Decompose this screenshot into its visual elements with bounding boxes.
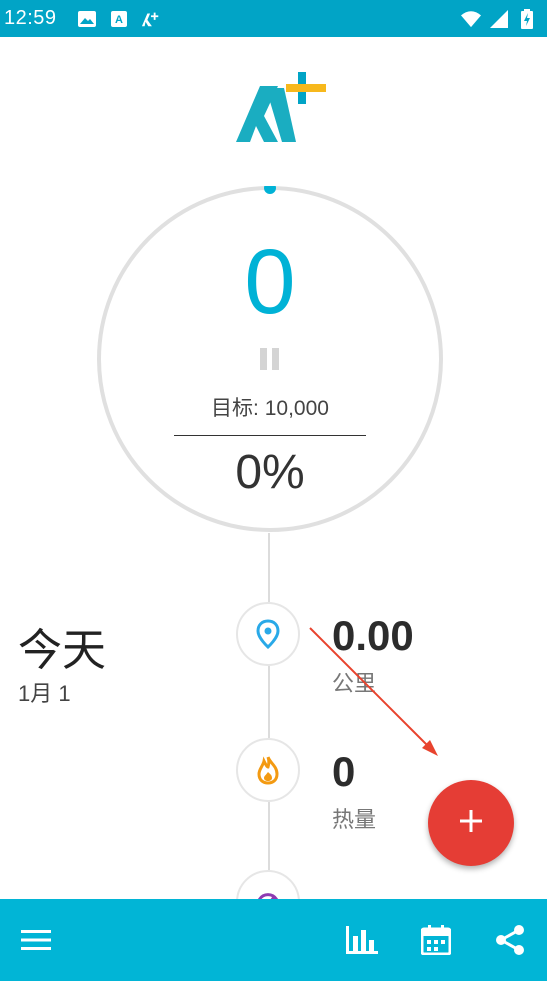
notification-icons: A xyxy=(77,9,161,29)
step-count: 0 xyxy=(244,231,296,333)
timeline-line xyxy=(268,533,270,899)
goal-divider xyxy=(174,435,366,436)
bottom-toolbar xyxy=(0,899,547,981)
battery-charging-icon xyxy=(517,8,537,29)
percent-complete: 0% xyxy=(235,446,305,499)
image-icon xyxy=(77,9,97,29)
app-aplus-icon xyxy=(141,9,161,29)
status-bar: 12:59 A xyxy=(0,0,547,37)
distance-label: 公里 xyxy=(332,671,377,696)
wifi-icon xyxy=(461,9,481,29)
day-date: 1月 1 xyxy=(18,681,71,706)
menu-icon[interactable] xyxy=(20,924,52,956)
system-icons xyxy=(461,8,537,29)
svg-text:A: A xyxy=(115,14,123,26)
plus-icon xyxy=(459,809,483,838)
location-pin-icon xyxy=(236,602,300,666)
calories-value: 0 xyxy=(332,748,356,795)
app-logo xyxy=(234,66,330,146)
calories-label: 热量 xyxy=(332,807,377,832)
goal-label[interactable]: 目标: 10,000 xyxy=(97,392,443,422)
bar-chart-icon[interactable] xyxy=(346,924,378,956)
status-time: 12:59 xyxy=(4,7,57,29)
pause-icon[interactable] xyxy=(258,348,282,370)
signal-icon xyxy=(489,9,509,29)
a-text-icon: A xyxy=(109,9,129,29)
distance-value: 0.00 xyxy=(332,612,414,659)
share-icon[interactable] xyxy=(494,924,526,956)
calendar-icon[interactable] xyxy=(420,924,452,956)
day-title: 今天 xyxy=(18,626,106,675)
add-button[interactable] xyxy=(428,780,514,866)
flame-icon xyxy=(236,738,300,802)
